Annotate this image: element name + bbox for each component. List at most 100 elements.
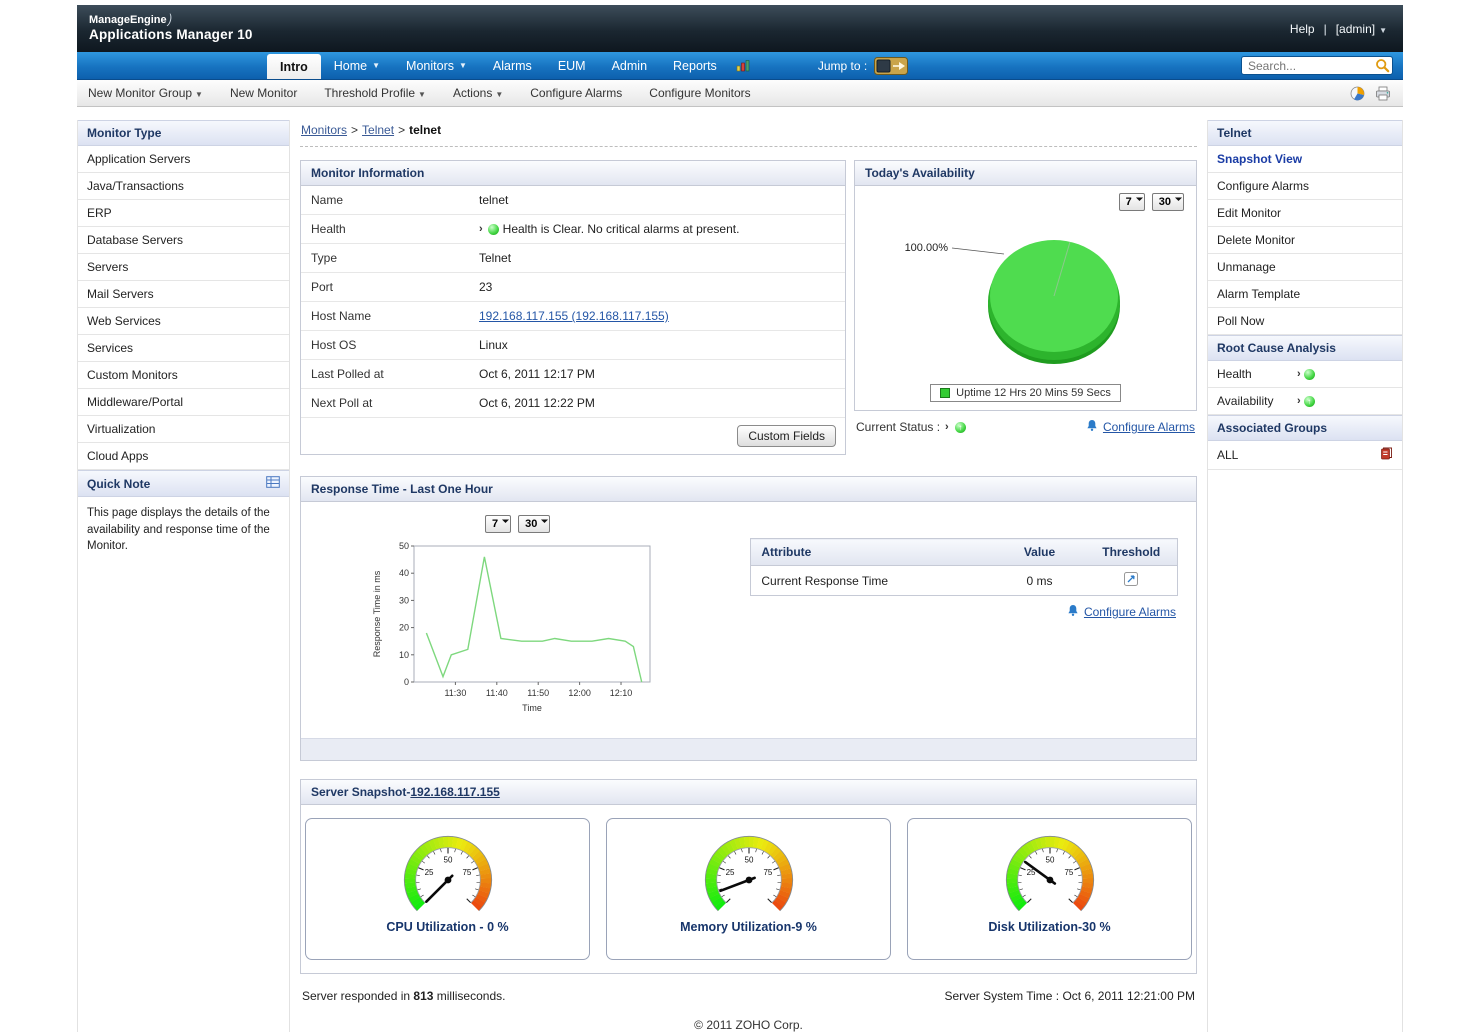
memory-gauge-card: 255075 Memory Utilization-9 % (606, 818, 891, 960)
sidebar-item-services[interactable]: Services (78, 335, 289, 362)
tab-admin[interactable]: Admin (599, 52, 660, 79)
sidebar-item-cloud-apps[interactable]: Cloud Apps (78, 443, 289, 470)
availability-30day-button[interactable]: 30 (1152, 193, 1184, 211)
snapshot-host-link[interactable]: 192.168.117.155 (410, 785, 499, 799)
app-header: ManageEngine) Applications Manager 10 He… (77, 5, 1403, 52)
port-value: 23 (469, 273, 845, 301)
menu-edit-monitor[interactable]: Edit Monitor (1208, 200, 1402, 227)
attribute-name: Current Response Time (751, 566, 994, 596)
sidebar-item-web-services[interactable]: Web Services (78, 308, 289, 335)
server-response-text: Server responded in 813 milliseconds. (302, 989, 505, 1003)
sidebar-item-servers[interactable]: Servers (78, 254, 289, 281)
availability-column: Today's Availability 7 30 (854, 160, 1197, 435)
custom-fields-button[interactable]: Custom Fields (737, 425, 836, 447)
svg-text:50: 50 (1045, 855, 1054, 864)
gauge-chart: 255075 (383, 824, 513, 920)
nav-spacer (77, 52, 267, 79)
actions-button[interactable]: Actions▼ (453, 86, 503, 100)
admin-menu[interactable]: [admin]▼ (1336, 22, 1387, 36)
availability-configure-alarms-link[interactable]: Configure Alarms (1103, 420, 1195, 434)
search-icon[interactable] (1375, 58, 1390, 76)
pie-chart-icon[interactable] (1350, 86, 1365, 101)
svg-text:50: 50 (399, 541, 409, 551)
group-all[interactable]: ALL (1208, 441, 1402, 470)
tab-reports[interactable]: Reports (660, 52, 730, 79)
new-monitor-button[interactable]: New Monitor (230, 86, 297, 100)
jump-to-icon[interactable] (874, 57, 908, 75)
disk-gauge-card: 255075 Disk Utilization-30 % (907, 818, 1192, 960)
cpu-gauge-label: CPU Utilization - 0 % (386, 920, 508, 934)
menu-configure-alarms[interactable]: Configure Alarms (1208, 173, 1402, 200)
response-7day-button[interactable]: 7 (485, 515, 511, 533)
sidebar-item-mail-servers[interactable]: Mail Servers (78, 281, 289, 308)
availability-7day-button[interactable]: 7 (1119, 193, 1145, 211)
svg-text:Time: Time (522, 703, 542, 713)
search-input[interactable] (1241, 56, 1393, 75)
sidebar-item-application-servers[interactable]: Application Servers (78, 146, 289, 173)
link-arrow-icon: › (1297, 395, 1301, 407)
main-footer: Server responded in 813 milliseconds. Se… (300, 989, 1197, 1003)
table-row: TypeTelnet (301, 244, 845, 273)
threshold-profile-button[interactable]: Threshold Profile▼ (324, 86, 426, 100)
chevron-down-icon: ▼ (372, 61, 380, 70)
sidebar-item-virtualization[interactable]: Virtualization (78, 416, 289, 443)
tab-monitors[interactable]: Monitors▼ (393, 52, 480, 79)
jump-to: Jump to : (818, 52, 908, 79)
menu-snapshot-view[interactable]: Snapshot View (1208, 146, 1402, 173)
host-name-link[interactable]: 192.168.117.155 (192.168.117.155) (479, 309, 669, 323)
tab-intro[interactable]: Intro (267, 54, 321, 79)
svg-text:12:00: 12:00 (568, 688, 591, 698)
sidebar-item-erp[interactable]: ERP (78, 200, 289, 227)
tab-eum[interactable]: EUM (545, 52, 599, 79)
search-area (1241, 52, 1403, 79)
configure-monitors-button[interactable]: Configure Monitors (649, 86, 750, 100)
sidebar-item-custom-monitors[interactable]: Custom Monitors (78, 362, 289, 389)
svg-text:40: 40 (399, 568, 409, 578)
health-value: ›Health is Clear. No critical alarms at … (469, 215, 845, 243)
rca-availability[interactable]: Availability ›↑ (1208, 388, 1402, 415)
response-attribute-table: Attribute Value Threshold Current Respon… (750, 538, 1178, 596)
breadcrumb-monitors-link[interactable]: Monitors (301, 123, 347, 137)
print-icon[interactable] (1375, 86, 1391, 101)
current-status-row: Current Status :›↑ Configure Alarms (854, 411, 1197, 435)
response-configure-alarms-link[interactable]: Configure Alarms (1084, 605, 1176, 619)
chart-shortcut-icon[interactable] (730, 52, 756, 79)
health-clear-icon (1304, 369, 1315, 380)
right-sidebar: Telnet Snapshot View Configure Alarms Ed… (1207, 120, 1403, 1032)
logo-brand: ManageEngine (89, 14, 167, 26)
threshold-edit-icon[interactable] (1124, 575, 1138, 589)
help-link[interactable]: Help (1290, 22, 1315, 36)
note-icon (266, 476, 280, 491)
rca-health[interactable]: Health › (1208, 361, 1402, 388)
menu-unmanage[interactable]: Unmanage (1208, 254, 1402, 281)
new-monitor-group-button[interactable]: New Monitor Group▼ (88, 86, 203, 100)
health-clear-icon (488, 224, 499, 235)
svg-text:30: 30 (399, 595, 409, 605)
sidebar-item-database-servers[interactable]: Database Servers (78, 227, 289, 254)
attribute-value: 0 ms (994, 566, 1086, 596)
sidebar-item-java-transactions[interactable]: Java/Transactions (78, 173, 289, 200)
monitor-name-value: telnet (469, 186, 845, 214)
breadcrumb-telnet-link[interactable]: Telnet (362, 123, 394, 137)
configure-alarms-icon (1086, 419, 1098, 435)
breadcrumb: Monitors>Telnet>telnet (300, 120, 1197, 147)
tab-home[interactable]: Home▼ (321, 52, 393, 79)
app-logo[interactable]: ManageEngine) Applications Manager 10 (89, 14, 253, 42)
sidebar-item-middleware-portal[interactable]: Middleware/Portal (78, 389, 289, 416)
disk-gauge-label: Disk Utilization-30 % (988, 920, 1110, 934)
chevron-down-icon: ▼ (418, 90, 426, 99)
table-row: Port23 (301, 273, 845, 302)
svg-text:50: 50 (744, 855, 753, 864)
remove-from-group-icon[interactable] (1380, 447, 1393, 463)
expand-icon (541, 516, 548, 523)
root-cause-analysis-header: Root Cause Analysis (1208, 335, 1402, 361)
menu-delete-monitor[interactable]: Delete Monitor (1208, 227, 1402, 254)
app-title: Applications Manager 10 (89, 27, 253, 43)
menu-alarm-template[interactable]: Alarm Template (1208, 281, 1402, 308)
configure-alarms-button[interactable]: Configure Alarms (530, 86, 622, 100)
tab-alarms[interactable]: Alarms (480, 52, 545, 79)
monitor-type-header: Monitor Type (78, 120, 289, 146)
svg-text:11:40: 11:40 (486, 688, 508, 698)
response-30day-button[interactable]: 30 (518, 515, 550, 533)
menu-poll-now[interactable]: Poll Now (1208, 308, 1402, 335)
